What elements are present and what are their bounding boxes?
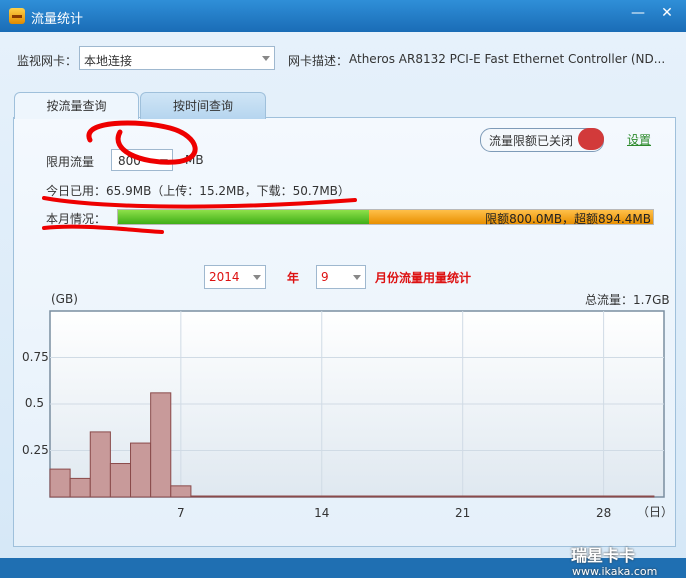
chevron-down-icon: [160, 159, 168, 164]
year-value: 2014: [209, 270, 240, 284]
watermark-url: www.ikaka.com: [572, 565, 658, 578]
year-select[interactable]: 2014: [204, 265, 266, 289]
nic-desc: Atheros AR8132 PCI-E Fast Ethernet Contr…: [349, 52, 666, 66]
window-title: 流量统计: [31, 12, 84, 27]
nic-select[interactable]: 本地连接: [79, 46, 275, 70]
limit-unit: MB: [185, 153, 204, 167]
month-progress-fill: [118, 210, 370, 224]
chart-bar: [69, 477, 91, 498]
x-tick-label: 21: [455, 506, 471, 520]
chart-bar: [371, 495, 393, 498]
toggle-knob: [578, 128, 604, 150]
chart-bar: [331, 495, 353, 498]
nic-row: 监视网卡： 本地连接 网卡描述： Atheros AR8132 PCI-E Fa…: [13, 46, 676, 72]
settings-link[interactable]: 设置: [627, 131, 651, 148]
chart-bar: [472, 495, 494, 498]
chart-bar: [49, 468, 71, 498]
tab-by-time[interactable]: 按时间查询: [140, 92, 266, 119]
today-usage: 今日已用：65.9MB（上传：15.2MB，下载：50.7MB）: [46, 184, 350, 198]
year-label: 年: [287, 271, 300, 285]
chart-bar: [351, 495, 373, 498]
month-progress-bar: 限额800.0MB，超额894.4MB: [117, 209, 654, 226]
chart-bar: [452, 495, 474, 498]
chart-bar: [210, 495, 232, 498]
month-value: 9: [321, 270, 329, 284]
watermark-brand: 瑞星卡卡: [571, 546, 636, 565]
chart-bar: [633, 495, 655, 498]
tab-by-traffic[interactable]: 按流量查询: [14, 92, 139, 119]
chart-bar: [230, 495, 252, 498]
month-progress-text: 限额800.0MB，超额894.4MB: [485, 212, 651, 226]
limit-toggle-label: 流量限额已关闭: [489, 134, 574, 148]
title-bar: 流量统计 — ✕: [0, 0, 686, 32]
chart-bar: [391, 495, 413, 498]
chart-bar: [291, 495, 313, 498]
chart-bar: [411, 495, 433, 498]
nic-desc-label: 网卡描述：: [288, 54, 349, 68]
chart-bar: [431, 495, 454, 498]
chart-bar: [572, 495, 595, 498]
chart-bar: [512, 495, 534, 498]
chart-bar: [552, 495, 574, 498]
stat-label: 月份流量用量统计: [375, 271, 472, 285]
chevron-down-icon: [253, 275, 261, 280]
x-tick-label: 28: [595, 506, 612, 520]
usage-chart: [48, 309, 668, 499]
total-traffic: 总流量：1.7GB: [585, 293, 670, 307]
chart-bar: [270, 495, 293, 498]
x-tick-label: 7: [177, 506, 185, 520]
chart-bar: [130, 442, 152, 498]
nic-label: 监视网卡：: [17, 54, 78, 68]
chart-bar: [613, 495, 635, 498]
chart-bar: [250, 495, 272, 498]
chart-bar: [170, 485, 192, 498]
usage-chart-svg: [49, 310, 665, 498]
month-select[interactable]: 9: [316, 265, 366, 289]
y-tick-label: 0.25: [22, 442, 49, 457]
chevron-down-icon: [353, 275, 361, 280]
y-axis-unit: (GB): [51, 292, 78, 306]
chart-bar: [311, 495, 333, 498]
limit-value: 800: [118, 154, 141, 168]
limit-input[interactable]: 800: [111, 149, 173, 171]
y-tick-label: 0.5: [24, 396, 44, 410]
y-tick-label: 0.75: [22, 349, 49, 364]
chart-bar: [109, 463, 132, 498]
limit-label: 限用流量: [46, 155, 95, 169]
chart-bar: [190, 495, 212, 498]
chevron-down-icon: [262, 56, 270, 61]
chart-bar: [150, 392, 172, 498]
x-axis-unit: （日）: [637, 505, 674, 519]
client-area: 监视网卡： 本地连接 网卡描述： Atheros AR8132 PCI-E Fa…: [0, 32, 686, 578]
nic-select-value: 本地连接: [84, 54, 133, 68]
chart-bar: [532, 495, 554, 498]
chart-bar: [593, 495, 615, 498]
minimize-button[interactable]: —: [624, 4, 652, 22]
chart-bar: [492, 495, 514, 498]
month-label: 本月情况：: [46, 212, 107, 226]
x-tick-label: 14: [314, 506, 330, 520]
app-icon: [9, 8, 25, 24]
limit-toggle[interactable]: 流量限额已关闭: [480, 128, 604, 152]
close-button[interactable]: ✕: [653, 4, 681, 22]
chart-bar: [89, 431, 111, 498]
